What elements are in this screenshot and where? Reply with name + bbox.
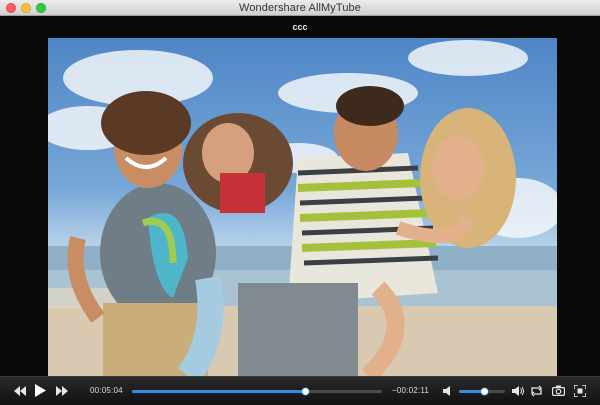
volume-handle[interactable] — [481, 388, 489, 395]
seek-handle[interactable] — [301, 388, 309, 395]
seek-bar[interactable] — [132, 388, 382, 395]
window-title: Wondershare AllMyTube — [239, 2, 361, 14]
video-title: ccc — [292, 22, 308, 32]
remaining-time: −00:02:11 — [392, 386, 430, 395]
play-icon[interactable] — [35, 384, 46, 397]
fullscreen-icon[interactable] — [574, 385, 586, 397]
volume-low-icon[interactable] — [443, 386, 453, 396]
fast-forward-icon[interactable] — [56, 386, 68, 396]
elapsed-time: 00:05:04 — [90, 386, 123, 395]
playback-controls: 00:05:04 −00:02:11 — [0, 376, 600, 405]
rewind-icon[interactable] — [14, 386, 26, 396]
seek-progress — [132, 390, 305, 393]
video-player[interactable]: ccc — [0, 16, 600, 376]
camera-icon[interactable] — [552, 385, 565, 396]
video-image — [48, 40, 557, 376]
video-frame[interactable] — [48, 38, 557, 376]
volume-high-icon[interactable] — [512, 385, 524, 397]
volume-slider[interactable] — [459, 388, 505, 395]
window-titlebar: Wondershare AllMyTube — [0, 0, 600, 16]
loop-icon[interactable] — [530, 385, 543, 397]
